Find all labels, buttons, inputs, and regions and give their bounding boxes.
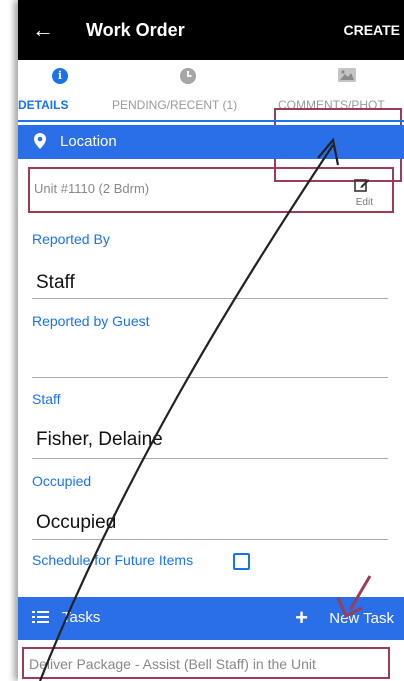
- occupied-underline: [32, 539, 388, 540]
- info-icon: i: [52, 68, 68, 84]
- tab-bar: i DETAILS PENDING/RECENT (1) COMMENTS/PH…: [18, 60, 404, 182]
- staff-value[interactable]: Fisher, Delaine: [36, 429, 163, 451]
- clock-icon: [180, 68, 196, 84]
- tab-pending-recent[interactable]: PENDING/RECENT (1): [112, 60, 272, 122]
- unit-value: Unit #1110 (2 Bdrm): [34, 181, 150, 196]
- location-section-header: Location: [18, 125, 404, 159]
- staff-underline: [32, 458, 388, 459]
- location-label: Location: [60, 133, 117, 150]
- tab-pending-label: PENDING/RECENT (1): [112, 98, 238, 112]
- edit-icon[interactable]: [354, 177, 370, 197]
- page-title: Work Order: [86, 20, 185, 40]
- image-icon: [338, 68, 356, 82]
- tab-details[interactable]: i DETAILS: [18, 60, 112, 122]
- reported-by-label: Reported By: [32, 231, 110, 247]
- unit-field[interactable]: Unit #1110 (2 Bdrm) Edit: [28, 167, 394, 213]
- tasks-label: Tasks: [62, 609, 101, 626]
- plus-icon: +: [295, 605, 308, 630]
- back-arrow-icon[interactable]: ←: [32, 16, 54, 44]
- app-header: ← Work Order CREATE: [18, 0, 404, 60]
- occupied-label: Occupied: [32, 473, 92, 489]
- list-icon: [32, 609, 49, 630]
- occupied-value[interactable]: Occupied: [36, 512, 116, 534]
- reported-by-guest-label: Reported by Guest: [32, 313, 150, 329]
- reported-by-value[interactable]: Staff: [36, 272, 75, 294]
- tab-underline: [18, 120, 404, 122]
- schedule-checkbox[interactable]: [233, 553, 250, 570]
- new-task-label: New Task: [329, 610, 394, 627]
- tasks-section-header: Tasks + New Task: [18, 597, 404, 640]
- app-screen: ← Work Order CREATE i DETAILS PENDING/RE…: [18, 0, 404, 681]
- task-item-text: Deliver Package - Assist (Bell Staff) in…: [29, 656, 316, 672]
- reported-by-guest-underline: [32, 377, 388, 378]
- task-list-item[interactable]: Deliver Package - Assist (Bell Staff) in…: [22, 647, 390, 679]
- tab-details-label: DETAILS: [18, 98, 69, 112]
- reported-by-underline: [32, 298, 388, 299]
- map-pin-icon: [34, 133, 46, 149]
- create-button[interactable]: CREATE: [343, 22, 400, 38]
- schedule-future-items-label[interactable]: Schedule for Future Items: [32, 552, 193, 568]
- edit-label[interactable]: Edit: [356, 197, 373, 208]
- staff-label: Staff: [32, 391, 61, 407]
